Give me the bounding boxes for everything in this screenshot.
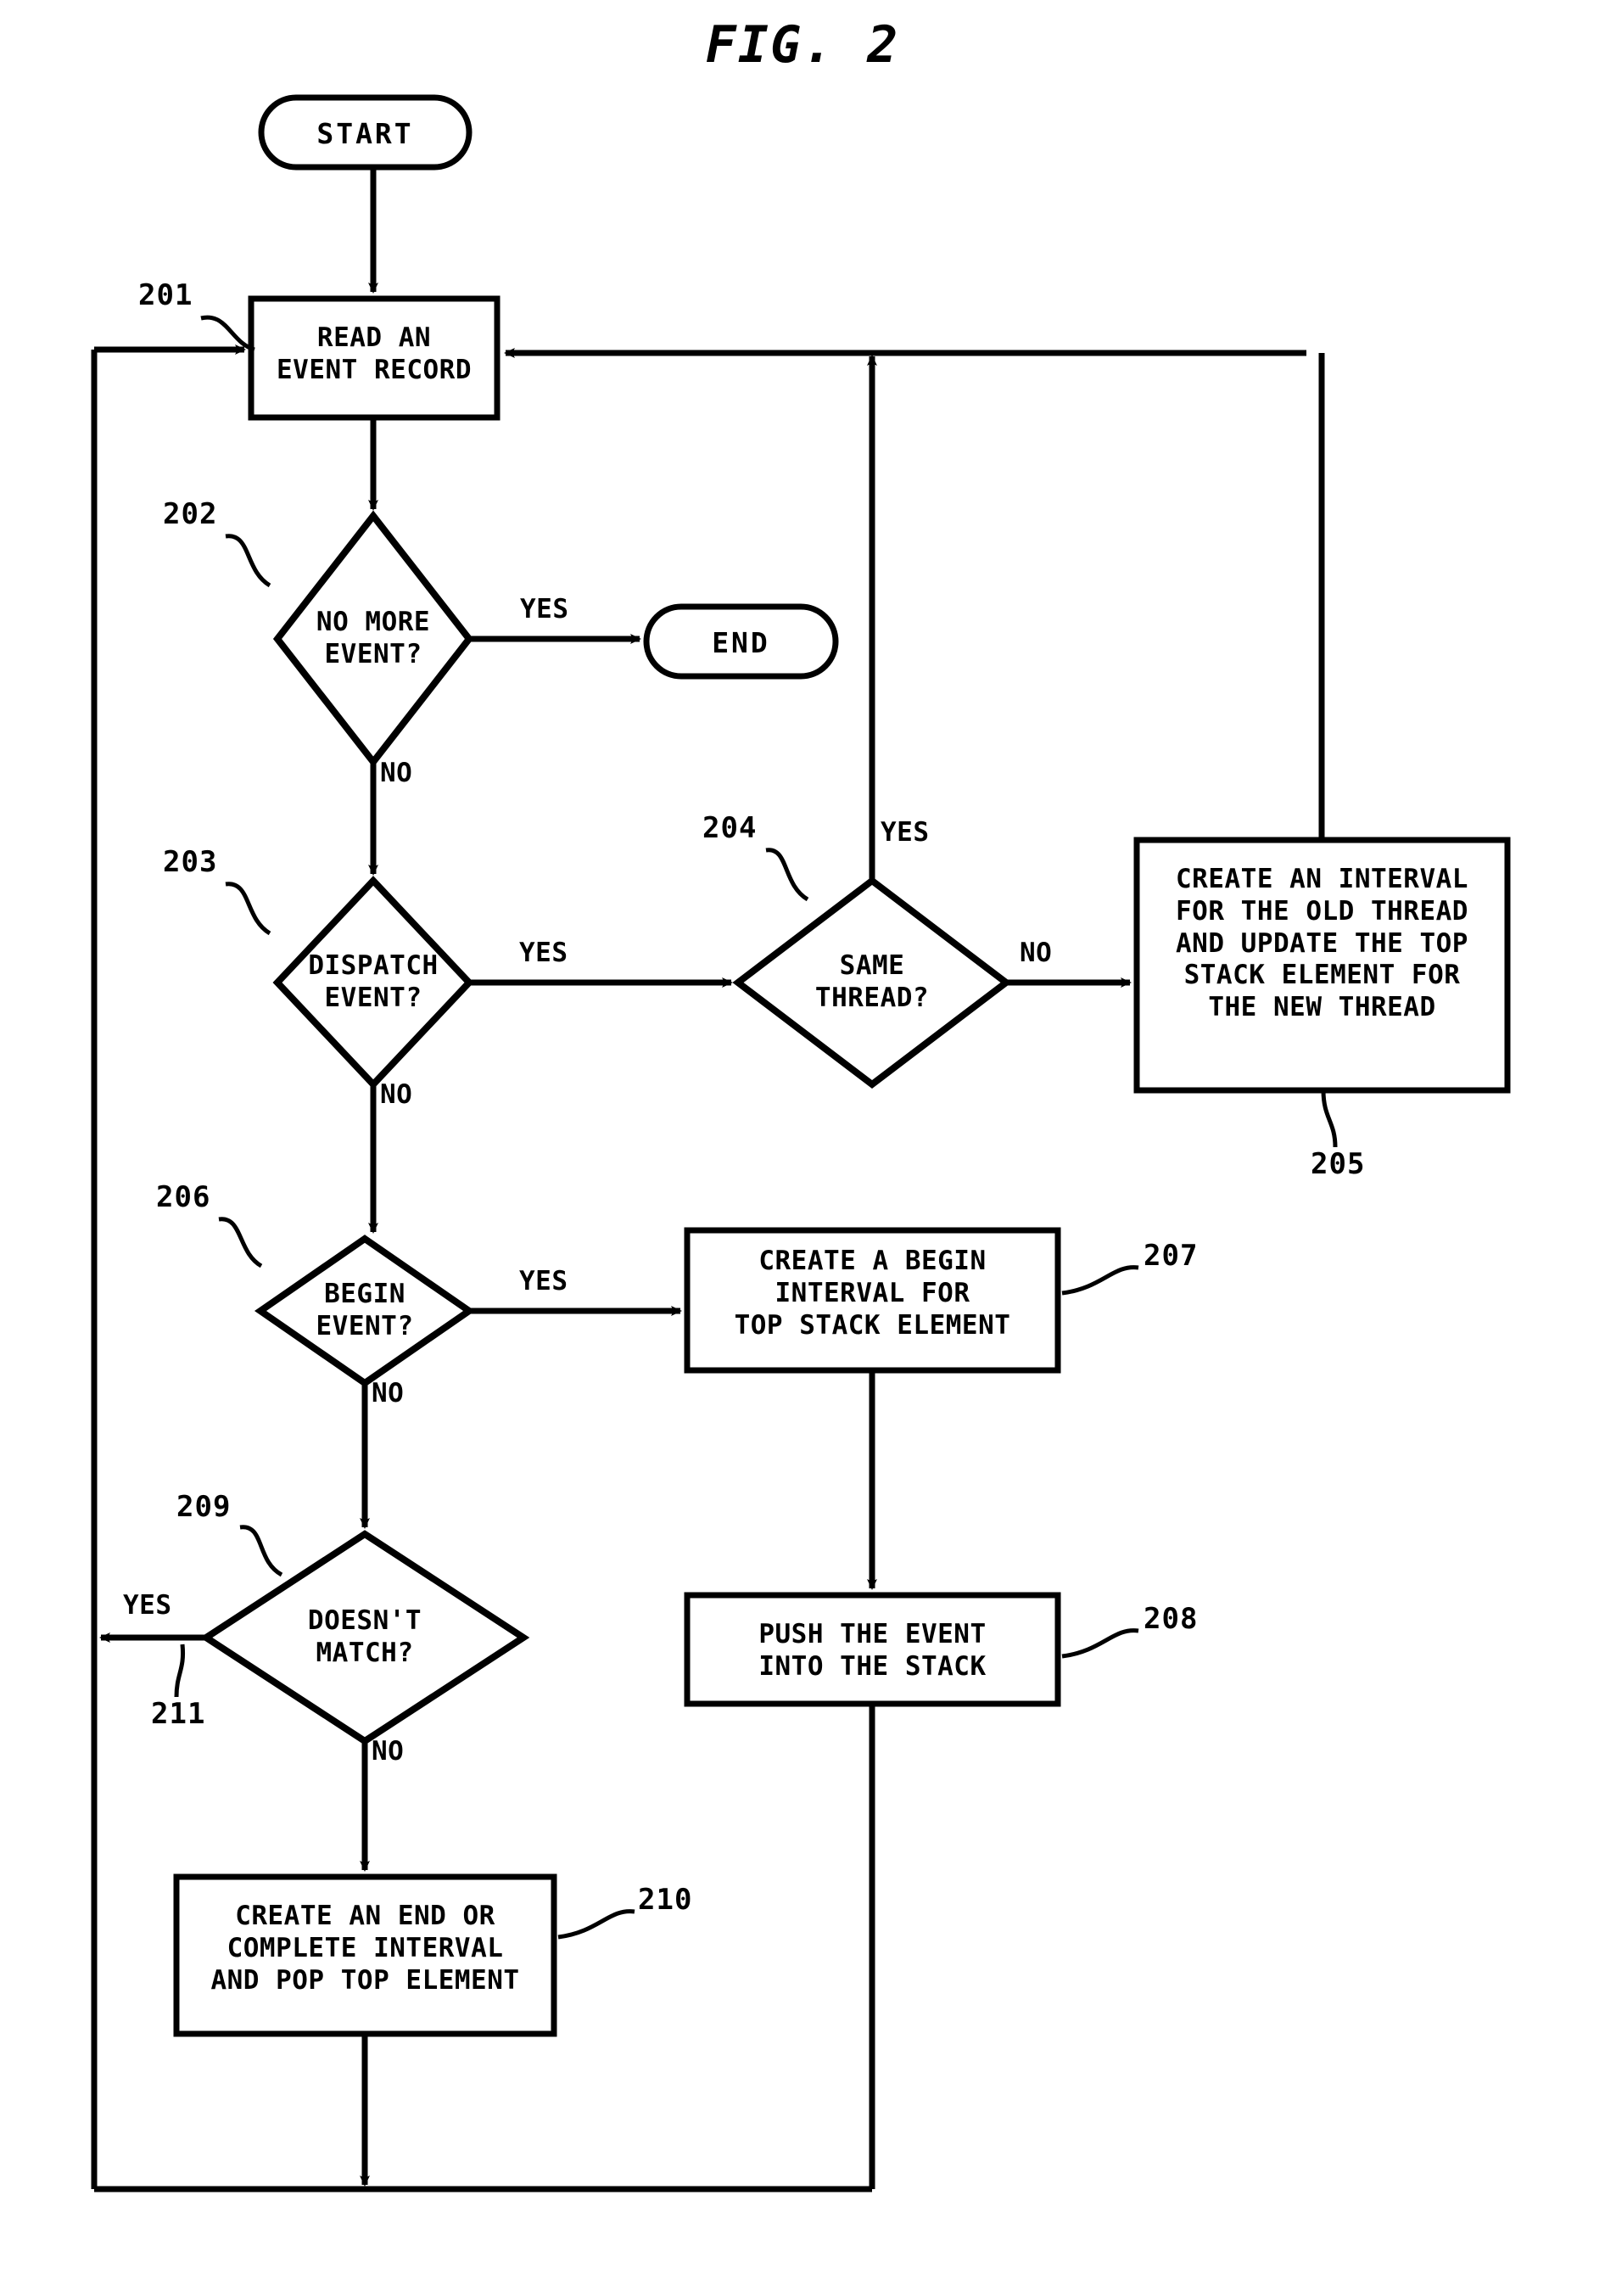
ref-label-207: 207 [1144, 1239, 1199, 1273]
node-208-shape [684, 1592, 1061, 1707]
ref-label-208: 208 [1144, 1602, 1199, 1636]
edge-label-202-yes: YES [520, 594, 569, 624]
node-203-shape [272, 876, 474, 1089]
node-201-shape [248, 295, 501, 421]
edge-label-203-yes: YES [519, 938, 568, 968]
ref-label-205: 205 [1311, 1147, 1366, 1181]
ref-label-204: 204 [702, 811, 758, 845]
node-202-shape [272, 510, 474, 768]
edge-label-209-no: NO [372, 1736, 405, 1767]
ref-label-209: 209 [176, 1490, 232, 1524]
ref-label-201: 201 [138, 278, 193, 312]
leader-204 [765, 848, 809, 902]
leader-202 [225, 534, 271, 588]
start-terminal-shape [258, 94, 473, 171]
node-206-shape [254, 1235, 476, 1387]
edge-label-209-yes: YES [123, 1590, 172, 1621]
ref-label-202: 202 [163, 497, 218, 531]
leader-211 [174, 1644, 186, 1698]
leader-201 [200, 315, 255, 352]
edge-label-204-yes: YES [881, 817, 930, 848]
node-210-shape [173, 1873, 557, 2037]
node-204-shape [732, 876, 1012, 1089]
leader-203 [225, 882, 271, 936]
edge-label-206-no: NO [372, 1378, 405, 1408]
leader-209 [239, 1525, 283, 1577]
ref-label-210: 210 [638, 1883, 693, 1917]
leader-207 [1061, 1265, 1139, 1296]
node-209-shape [199, 1530, 530, 1745]
leader-210 [557, 1909, 635, 1940]
leader-205 [1321, 1089, 1338, 1148]
leader-208 [1061, 1628, 1139, 1659]
ref-label-203: 203 [163, 845, 218, 879]
node-207-shape [684, 1227, 1061, 1374]
edge-label-206-yes: YES [519, 1266, 568, 1296]
edge-label-202-no: NO [380, 758, 413, 788]
leader-206 [218, 1217, 263, 1268]
edge-label-203-no: NO [380, 1079, 413, 1110]
ref-label-211: 211 [151, 1697, 206, 1731]
figure-page: FIG. 2 START END READ AN EVENT RECORD NO… [0, 0, 1605, 2296]
end-terminal-shape [643, 603, 839, 680]
edge-label-204-no: NO [1020, 938, 1053, 968]
node-205-shape [1133, 837, 1511, 1094]
ref-label-206: 206 [156, 1180, 211, 1214]
